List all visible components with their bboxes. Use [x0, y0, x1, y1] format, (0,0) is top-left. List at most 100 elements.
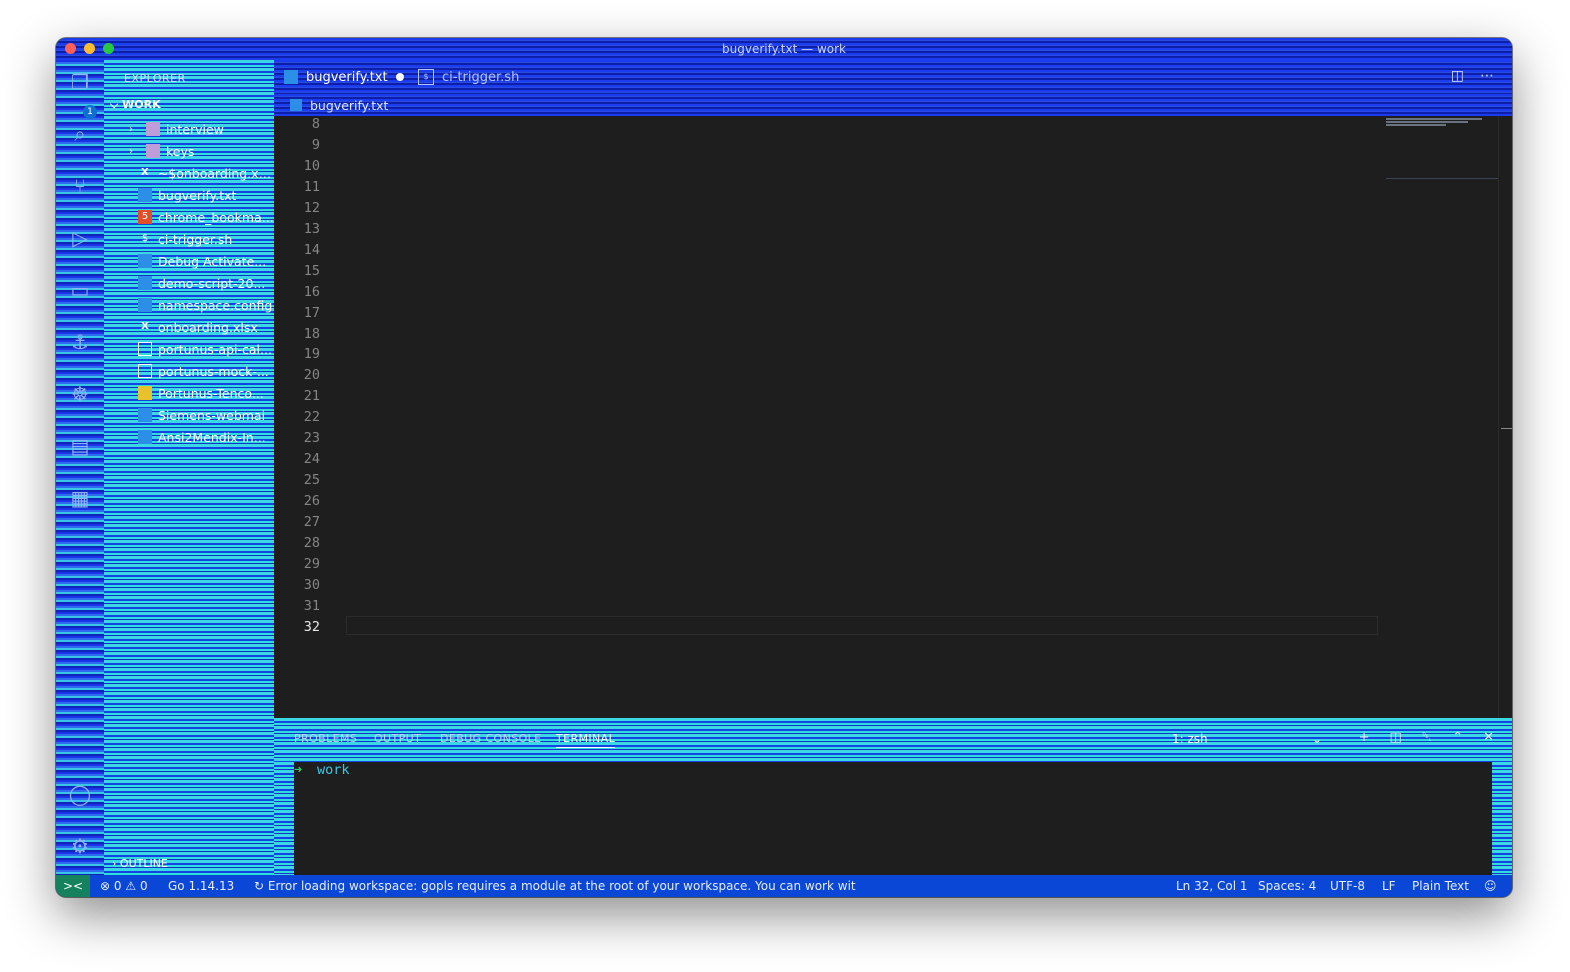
encoding[interactable]: UTF-8	[1330, 879, 1365, 893]
line-number: 24	[303, 451, 320, 468]
split-terminal-icon[interactable]: ◫	[1389, 730, 1401, 745]
table-file-icon	[138, 364, 152, 378]
explorer-badge: 1	[83, 105, 97, 119]
account-icon[interactable]: ◯	[68, 782, 92, 806]
kubernetes-icon[interactable]: ☸	[68, 382, 92, 406]
editor-area[interactable]: 8 9 10 11 12 13 14 15 16 17 18 19 20 21 22 23 24 25 26 27 28…	[274, 116, 1512, 718]
tree-file[interactable]: bugverify.txt	[104, 184, 274, 206]
tab-output[interactable]: OUTPUT	[374, 732, 421, 745]
gear-icon[interactable]: ⚙	[68, 834, 92, 858]
search-icon[interactable]: ⌕	[68, 122, 92, 146]
problems-status[interactable]: ⊗ 0 ⚠ 0	[100, 879, 148, 893]
terminal-select[interactable]: 1: zsh ⌄	[1172, 730, 1322, 748]
tab-debug-console[interactable]: DEBUG CONSOLE	[440, 732, 542, 745]
tab-bugverify[interactable]: bugverify.txt	[284, 60, 408, 94]
files-icon[interactable]: ❐	[68, 70, 92, 94]
line-number: 25	[303, 472, 320, 489]
text-file-icon	[138, 430, 152, 444]
tree-file[interactable]: X ~$onboarding.xlsx	[104, 162, 274, 184]
line-number: 12	[303, 199, 320, 216]
tree-file[interactable]: namespace.config	[104, 294, 274, 316]
excel-file-icon: X	[141, 167, 149, 178]
maximize-window-button[interactable]	[103, 43, 114, 54]
tree-item-label: ~$onboarding.xlsx	[157, 165, 274, 181]
tree-file[interactable]: Portunus-Tenco...	[104, 382, 274, 404]
panel-header: PROBLEMS OUTPUT DEBUG CONSOLE TERMINAL 1…	[274, 718, 1512, 762]
tree-file[interactable]: $ ci-trigger.sh	[104, 228, 274, 250]
terminal-border-left	[274, 762, 294, 875]
tree-file[interactable]: Debug Activate...	[104, 250, 274, 272]
chevron-up-icon[interactable]: ⌃	[1452, 730, 1463, 745]
window-title: bugverify.txt — work	[722, 42, 846, 56]
tree-file[interactable]: portunus-mock-...	[104, 360, 274, 382]
cursor-position[interactable]: Ln 32, Col 1	[1176, 879, 1248, 893]
workspace-message[interactable]: ↻ Error loading workspace: gopls require…	[254, 879, 856, 893]
indentation[interactable]: Spaces: 4	[1258, 879, 1316, 893]
trash-icon[interactable]: ␡	[1422, 730, 1432, 745]
docker-icon[interactable]: ⚓	[68, 330, 92, 354]
tree-folder[interactable]: › interview	[104, 118, 274, 140]
excel-file-icon: X	[141, 321, 149, 332]
tree-file[interactable]: Ansi2Mendix-In...	[104, 426, 274, 448]
extensions-icon[interactable]: ▦	[68, 486, 92, 510]
file-tree: › interview › keys X ~$onboarding.xlsx bugveri…	[104, 118, 274, 448]
minimize-window-button[interactable]	[84, 43, 95, 54]
text-file-icon	[138, 188, 152, 202]
tree-file[interactable]: Siemens-webmai	[104, 404, 274, 426]
remote-indicator[interactable]: ><	[56, 875, 90, 897]
line-number: 8	[311, 116, 320, 132]
source-control-icon[interactable]: ⑂	[68, 174, 92, 198]
scrollbar-cursor-marker	[1501, 428, 1512, 429]
text-file-icon	[138, 254, 152, 268]
line-number: 9	[311, 136, 320, 153]
tree-item-label: Debug Activate...	[158, 253, 267, 269]
close-panel-icon[interactable]: ✕	[1483, 730, 1494, 745]
line-number: 14	[303, 241, 320, 258]
workspace-root[interactable]: ⌵ WORK	[110, 98, 161, 112]
new-terminal-icon[interactable]: +	[1359, 730, 1370, 745]
window-controls	[65, 43, 114, 54]
tree-file[interactable]: portunus-api-cal...	[104, 338, 274, 360]
minimap-line	[1386, 118, 1482, 120]
tab-terminal[interactable]: TERMINAL	[556, 732, 616, 748]
editor-scrollbar[interactable]	[1498, 116, 1512, 718]
tree-file[interactable]: demo-script-20...	[104, 272, 274, 294]
table-file-icon	[138, 342, 152, 356]
split-editor-icon[interactable]: ◫	[1451, 68, 1464, 84]
warning-icon: ⚠	[125, 879, 137, 893]
shell-file-icon: $	[418, 69, 434, 85]
outline-section[interactable]: › OUTLINE	[112, 857, 168, 870]
minimap[interactable]	[1386, 116, 1498, 718]
language-mode[interactable]: Plain Text	[1412, 879, 1469, 893]
editor-tabs-bar: bugverify.txt $ ci-trigger.sh ◫ ⋯	[274, 60, 1512, 94]
minimap-viewport	[1386, 178, 1498, 179]
line-number: 30	[303, 576, 320, 593]
tab-ci-trigger[interactable]: $ ci-trigger.sh	[418, 60, 544, 94]
feedback-icon[interactable]: ☺	[1484, 879, 1497, 893]
run-debug-icon[interactable]: ▷	[68, 226, 92, 250]
end-of-line[interactable]: LF	[1382, 879, 1396, 893]
breadcrumb[interactable]: bugverify.txt	[274, 94, 1512, 116]
line-number: 23	[303, 430, 320, 447]
text-file-icon	[290, 99, 302, 111]
line-number: 19	[303, 346, 320, 363]
tab-problems[interactable]: PROBLEMS	[294, 732, 357, 745]
remote-explorer-icon[interactable]: ▭	[68, 278, 92, 302]
close-window-button[interactable]	[65, 43, 76, 54]
line-number: 27	[303, 514, 320, 531]
tree-file[interactable]: 5 chrome_bookma...	[104, 206, 274, 228]
html-file-icon: 5	[138, 210, 152, 224]
tree-item-label: chrome_bookma...	[158, 209, 274, 225]
tree-folder[interactable]: › keys	[104, 140, 274, 162]
minimap-line	[1386, 121, 1468, 123]
tree-item-label: portunus-mock-...	[158, 363, 269, 379]
text-file-icon	[138, 298, 152, 312]
more-actions-icon[interactable]: ⋯	[1480, 68, 1494, 84]
tree-item-label: keys	[166, 143, 195, 159]
terminal[interactable]: ➜ work	[294, 762, 1492, 875]
go-version[interactable]: Go 1.14.13	[168, 879, 234, 893]
api-icon[interactable]: ▤	[68, 434, 92, 458]
line-number: 13	[303, 220, 320, 237]
tree-file[interactable]: Xonboarding.xlsx	[104, 316, 274, 338]
line-number: 10	[303, 157, 320, 174]
